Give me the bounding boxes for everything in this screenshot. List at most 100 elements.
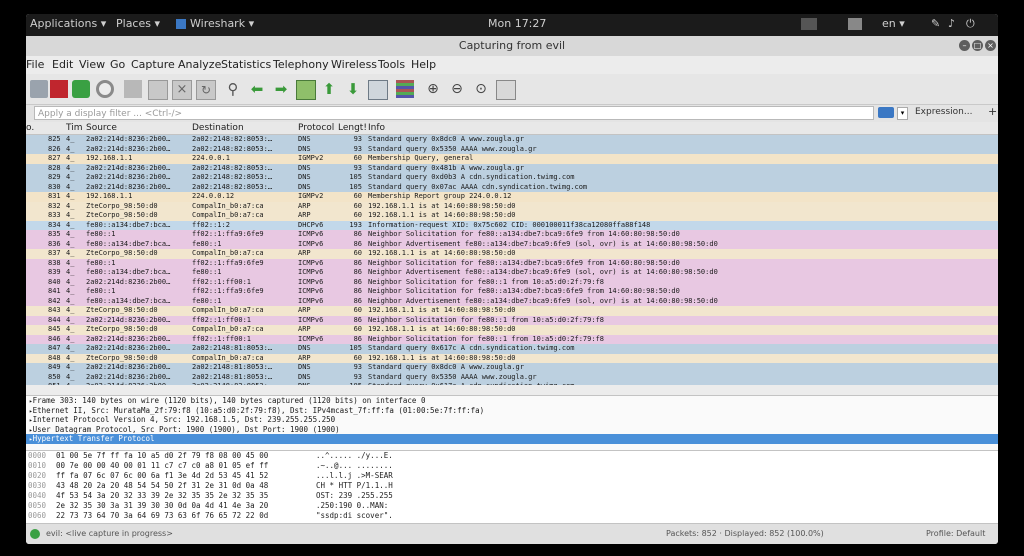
zoom-normal-icon[interactable]: ⊙ bbox=[472, 80, 490, 98]
autoscroll-icon[interactable] bbox=[368, 80, 388, 100]
zoom-out-icon[interactable]: ⊖ bbox=[448, 80, 466, 98]
detail-tree-item[interactable]: Frame 303: 140 bytes on wire (1120 bits)… bbox=[26, 396, 998, 406]
menu-telephony[interactable]: Telephony bbox=[273, 58, 329, 71]
packet-row[interactable]: 838 4_ fe80::1 ff02::1:ffa9:6fe9 ICMPv6 86 Nei… bbox=[26, 258, 998, 268]
apply-filter-arrow-icon[interactable] bbox=[878, 107, 894, 118]
shark-fin-icon[interactable] bbox=[30, 80, 48, 98]
save-file-icon[interactable] bbox=[148, 80, 168, 100]
packet-time: 4_ bbox=[66, 173, 75, 181]
packet-row[interactable]: 829 4_ 2a02:214d:8236:2b00… 2a02:2148:82:80… bbox=[26, 173, 998, 183]
packet-row[interactable]: 825 4_ 2a02:214d:8236:2b00… 2a02:2148:82:80… bbox=[26, 135, 998, 145]
packet-row[interactable]: 828 4_ 2a02:214d:8236:2b00… 2a02:2148:82:80… bbox=[26, 163, 998, 173]
capture-options-icon[interactable] bbox=[96, 80, 114, 98]
packet-length: 93 bbox=[353, 372, 362, 381]
go-last-icon[interactable]: ⬇ bbox=[344, 80, 362, 98]
packet-row[interactable]: 847 4_ 2a02:214d:8236:2b00… 2a02:2148:81:80… bbox=[26, 344, 998, 354]
menu-statistics[interactable]: Statistics bbox=[221, 58, 271, 71]
places-menu[interactable]: Places bbox=[116, 17, 160, 30]
packet-row[interactable]: 841 4_ fe80::1 ff02::1:ffa9:6fe9 ICMPv6 86 Nei… bbox=[26, 287, 998, 297]
packet-row[interactable]: 843 4_ ZteCorpo_98:50:d0 CompalIn_b0:a7:ca A… bbox=[26, 306, 998, 316]
col-no[interactable]: o. bbox=[26, 122, 34, 134]
workspace-1-icon[interactable] bbox=[848, 18, 862, 30]
packet-row[interactable]: 836 4_ fe80::a134:dbe7:bca… fe80::1 ICMPv6 86… bbox=[26, 239, 998, 249]
packet-row[interactable]: 832 4_ ZteCorpo_98:50:d0 CompalIn_b0:a7:ca A… bbox=[26, 201, 998, 211]
detail-tree-item[interactable]: Internet Protocol Version 4, Src: 192.16… bbox=[26, 415, 998, 425]
packet-row[interactable]: 844 4_ 2a02:214d:8236:2b00… ff02::1:ff00:1 I… bbox=[26, 315, 998, 325]
language-indicator[interactable]: en bbox=[882, 17, 905, 30]
packet-row[interactable]: 850 4_ 2a02:214d:8236:2b00… 2a02:2148:81:80… bbox=[26, 372, 998, 382]
menu-capture[interactable]: Capture bbox=[131, 58, 175, 71]
col-info[interactable]: Info bbox=[368, 122, 385, 134]
zoom-in-icon[interactable]: ⊕ bbox=[424, 80, 442, 98]
expert-info-icon[interactable] bbox=[30, 529, 40, 539]
filter-history-dropdown-icon[interactable]: ▾ bbox=[897, 107, 908, 120]
col-length[interactable]: Lengt! bbox=[338, 122, 367, 134]
menu-tools[interactable]: Tools bbox=[378, 58, 405, 71]
detail-tree-item[interactable]: User Datagram Protocol, Src Port: 1900 (… bbox=[26, 425, 998, 435]
menu-edit[interactable]: Edit bbox=[52, 58, 73, 71]
find-packet-icon[interactable]: ⚲ bbox=[224, 80, 242, 98]
col-protocol[interactable]: Protocol bbox=[298, 122, 334, 134]
menu-analyze[interactable]: Analyze bbox=[178, 58, 221, 71]
go-first-icon[interactable]: ⬆ bbox=[320, 80, 338, 98]
packet-row[interactable]: 831 4_ 192.168.1.1 224.0.0.12 IGMPv2 60 Member… bbox=[26, 192, 998, 202]
volume-icon[interactable]: ♪ bbox=[948, 17, 955, 30]
status-profile[interactable]: Profile: Default bbox=[926, 529, 985, 538]
packet-row[interactable]: 848 4_ ZteCorpo_98:50:d0 CompalIn_b0:a7:ca A… bbox=[26, 353, 998, 363]
packet-row[interactable]: 826 4_ 2a02:214d:8236:2b00… 2a02:2148:82:80… bbox=[26, 144, 998, 154]
packet-row[interactable]: 846 4_ 2a02:214d:8236:2b00… ff02::1:ff00:1 I… bbox=[26, 334, 998, 344]
menu-help[interactable]: Help bbox=[411, 58, 436, 71]
wrench-icon[interactable]: ✎ bbox=[931, 17, 940, 30]
packet-list[interactable]: 825 4_ 2a02:214d:8236:2b00… 2a02:2148:82:80… bbox=[26, 135, 998, 385]
menu-view[interactable]: View bbox=[79, 58, 105, 71]
packet-row[interactable]: 834 4_ fe80::a134:dbe7:bca… ff02::1:2 DHCPv6… bbox=[26, 220, 998, 230]
maximize-icon[interactable]: □ bbox=[972, 40, 983, 51]
packet-row[interactable]: 842 4_ fe80::a134:dbe7:bca… fe80::1 ICMPv6 86… bbox=[26, 296, 998, 306]
packet-row[interactable]: 840 4_ 2a02:214d:8236:2b00… ff02::1:ff00:1 I… bbox=[26, 277, 998, 287]
menu-go[interactable]: Go bbox=[110, 58, 125, 71]
packet-row[interactable]: 845 4_ ZteCorpo_98:50:d0 CompalIn_b0:a7:ca A… bbox=[26, 325, 998, 335]
open-file-icon[interactable] bbox=[124, 80, 142, 98]
packet-row[interactable]: 8514_2a02:214d:8236:2b00…2a02:2148:82:80… bbox=[26, 382, 998, 385]
packet-row[interactable]: 835 4_ fe80::1 ff02::1:ffa9:6fe9 ICMPv6 86 Nei… bbox=[26, 230, 998, 240]
packet-time: 4_ bbox=[66, 163, 75, 172]
packet-row[interactable]: 837 4_ ZteCorpo_98:50:d0 CompalIn_b0:a7:ca A… bbox=[26, 249, 998, 259]
detail-tree-item[interactable]: Hypertext Transfer Protocol bbox=[26, 434, 998, 444]
menu-wireless[interactable]: Wireless bbox=[331, 58, 377, 71]
col-source[interactable]: Source bbox=[86, 122, 117, 134]
detail-tree-item[interactable]: Ethernet II, Src: MurataMa_2f:79:f8 (10:… bbox=[26, 406, 998, 416]
packet-no: 849 bbox=[48, 363, 61, 371]
power-icon[interactable]: ⏻ bbox=[966, 17, 975, 31]
packet-row[interactable]: 849 4_ 2a02:214d:8236:2b00… 2a02:2148:81:80… bbox=[26, 363, 998, 373]
restart-capture-icon[interactable] bbox=[72, 80, 90, 98]
resize-columns-icon[interactable] bbox=[496, 80, 516, 100]
main-toolbar: × ↻ ⚲ ⬅ ➡ ⬆ ⬇ ⊕ ⊖ ⊙ bbox=[26, 74, 998, 105]
packet-details-pane[interactable]: Frame 303: 140 bytes on wire (1120 bits)… bbox=[26, 395, 998, 453]
packet-row[interactable]: 830 4_ 2a02:214d:8236:2b00… 2a02:2148:82:80… bbox=[26, 182, 998, 192]
packet-protocol: ARP bbox=[298, 249, 311, 257]
packet-row[interactable]: 827 4_ 192.168.1.1 224.0.0.1 IGMPv2 60 Members… bbox=[26, 154, 998, 164]
packet-protocol: DHCPv6 bbox=[298, 220, 324, 229]
go-forward-icon[interactable]: ➡ bbox=[272, 80, 290, 98]
add-filter-button[interactable]: + bbox=[988, 105, 997, 118]
wireshark-app-menu[interactable]: Wireshark bbox=[190, 17, 254, 30]
reload-file-icon[interactable]: ↻ bbox=[196, 80, 216, 100]
packet-row[interactable]: 839 4_ fe80::a134:dbe7:bca… fe80::1 ICMPv6 86… bbox=[26, 268, 998, 278]
go-to-packet-icon[interactable] bbox=[296, 80, 316, 100]
packet-row[interactable]: 833 4_ ZteCorpo_98:50:d0 CompalIn_b0:a7:ca A… bbox=[26, 211, 998, 221]
stop-capture-icon[interactable] bbox=[50, 80, 68, 98]
screen-icon[interactable] bbox=[801, 18, 817, 30]
go-back-icon[interactable]: ⬅ bbox=[248, 80, 266, 98]
expression-button[interactable]: Expression... bbox=[915, 107, 972, 117]
menu-file[interactable]: File bbox=[26, 58, 44, 71]
packet-time: 4_ bbox=[66, 382, 84, 385]
colorize-icon[interactable] bbox=[396, 80, 414, 98]
col-time[interactable]: Tim bbox=[66, 122, 83, 134]
close-icon[interactable]: × bbox=[985, 40, 996, 51]
close-file-icon[interactable]: × bbox=[172, 80, 192, 100]
clock[interactable]: Mon 17:27 bbox=[488, 17, 546, 30]
minimize-icon[interactable]: – bbox=[959, 40, 970, 51]
display-filter-input[interactable]: Apply a display filter ... <Ctrl-/> bbox=[34, 106, 874, 120]
col-destination[interactable]: Destination bbox=[192, 122, 244, 134]
applications-menu[interactable]: Applications bbox=[30, 17, 106, 30]
